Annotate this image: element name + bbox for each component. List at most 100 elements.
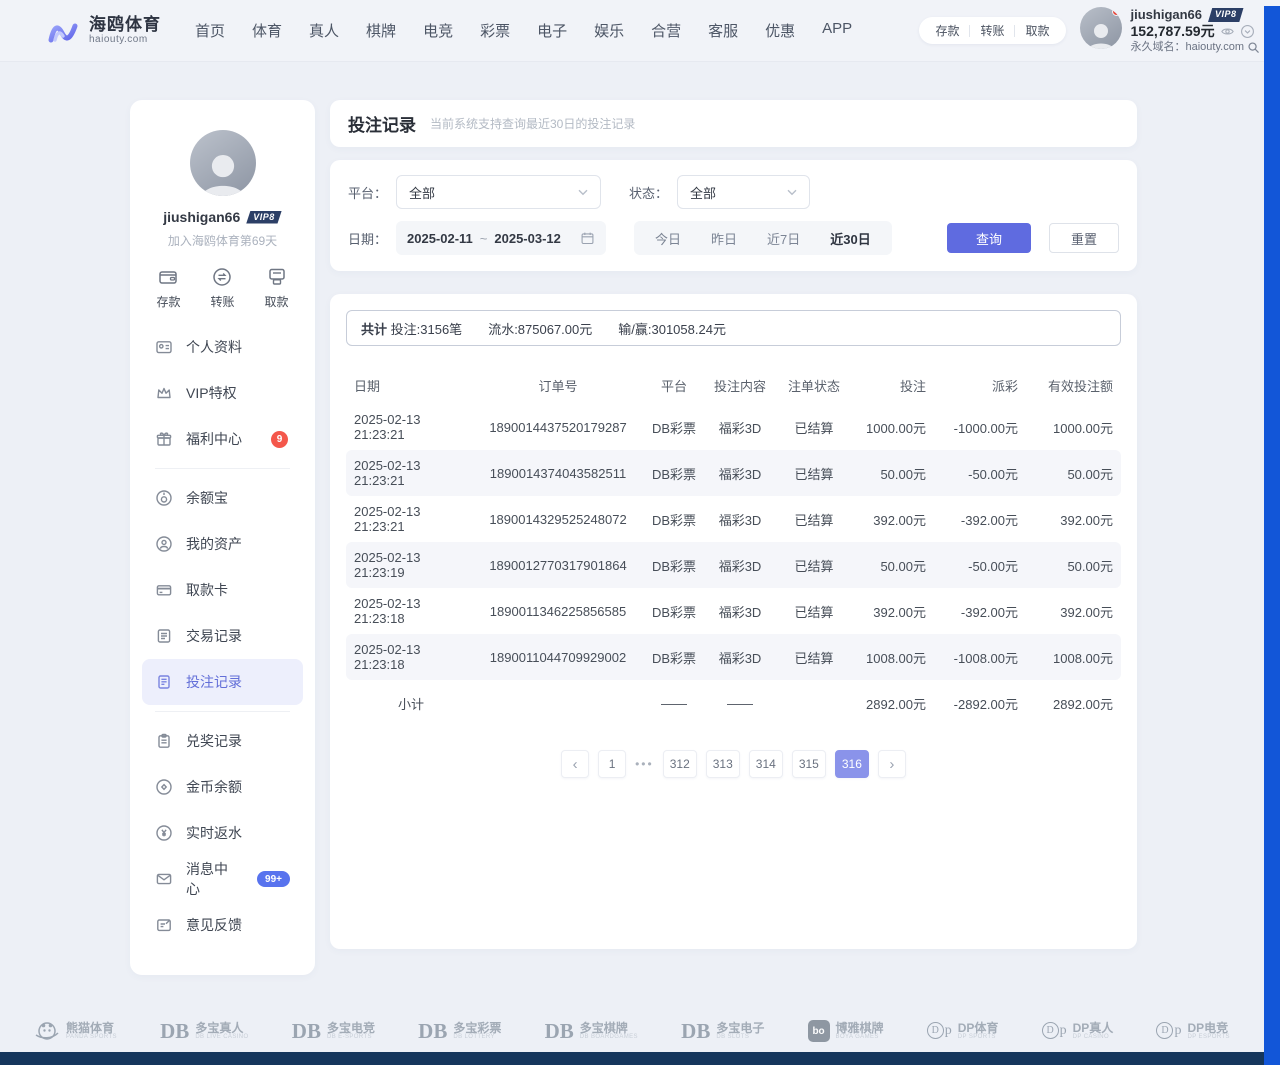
brand-db-esports: DB 多宝电竞 DB E-SPORTS: [292, 1019, 375, 1044]
brand-db-lottery: DB 多宝彩票 DB LOTTERY: [418, 1019, 501, 1044]
nav-item-app[interactable]: APP: [822, 20, 852, 41]
sidebar-item-assets[interactable]: 我的资产: [142, 521, 303, 567]
status-filter-label: 状态：: [629, 183, 677, 202]
dp-logo: Dp: [1042, 1022, 1067, 1039]
quick-transfer-button[interactable]: 转账: [210, 266, 234, 310]
page-button-312[interactable]: 312: [663, 750, 697, 778]
prev-page-button[interactable]: ‹: [561, 750, 589, 778]
page-title: 投注记录: [348, 111, 416, 136]
quick-withdraw-button[interactable]: 取款: [265, 266, 289, 310]
quick-deposit-button[interactable]: 存款: [156, 266, 180, 310]
search-icon[interactable]: [1247, 41, 1260, 54]
avatar[interactable]: [1080, 7, 1122, 49]
sidebar-item-label: 投注记录: [186, 672, 242, 692]
deposit-button[interactable]: 存款: [925, 22, 969, 39]
sidebar-item-withdraw-card[interactable]: 取款卡: [142, 567, 303, 613]
range-30days-button[interactable]: 近30日: [815, 229, 885, 248]
summary-total-label: 共计: [361, 322, 387, 337]
main-content: 投注记录 当前系统支持查询最近30日的投注记录 平台： 全部 状态： 全部 日期…: [330, 100, 1137, 949]
col-date: 日期: [346, 376, 472, 395]
transfer-button[interactable]: 转账: [970, 22, 1014, 39]
nav-item-live[interactable]: 真人: [309, 20, 339, 41]
withdraw-button[interactable]: 取款: [1015, 22, 1059, 39]
date-filter-label: 日期：: [348, 229, 396, 248]
sidebar-item-messages[interactable]: 消息中心 99+: [142, 856, 303, 902]
nav-item-lottery[interactable]: 彩票: [480, 20, 510, 41]
page-button-313[interactable]: 313: [706, 750, 740, 778]
divider: [155, 711, 290, 712]
sidebar-item-label: 我的资产: [186, 534, 242, 554]
sidebar-item-transactions[interactable]: 交易记录: [142, 613, 303, 659]
col-status: 注单状态: [776, 376, 852, 395]
nav-item-entertainment[interactable]: 娱乐: [594, 20, 624, 41]
sidebar-item-profile[interactable]: 个人资料: [142, 324, 303, 370]
wallet-actions-pill: 存款 转账 取款: [919, 17, 1065, 44]
range-yesterday-button[interactable]: 昨日: [696, 229, 752, 248]
nav-item-boardgames[interactable]: 棋牌: [366, 20, 396, 41]
summary-bets: 投注:3156笔: [391, 322, 463, 337]
nav-item-sports[interactable]: 体育: [252, 20, 282, 41]
sidebar-item-label: 兑奖记录: [186, 731, 242, 751]
pagination: ‹ 1 ••• 312 313 314 315 316 ›: [346, 750, 1121, 778]
welfare-badge: 9: [271, 431, 288, 448]
eye-icon[interactable]: [1220, 24, 1235, 39]
seagull-logo-icon: [45, 13, 81, 49]
sidebar-item-feedback[interactable]: 意见反馈: [142, 902, 303, 948]
yuebao-icon: [155, 489, 173, 507]
reset-button[interactable]: 重置: [1049, 223, 1119, 253]
nav-item-support[interactable]: 客服: [708, 20, 738, 41]
coin-icon: [155, 778, 173, 796]
brand-dp-live: Dp DP真人 DP CASINO: [1042, 1022, 1114, 1041]
page-button-315[interactable]: 315: [792, 750, 826, 778]
profile-avatar[interactable]: [190, 130, 256, 196]
sidebar-item-vip[interactable]: VIP特权: [142, 370, 303, 416]
nav-item-slots[interactable]: 电子: [537, 20, 567, 41]
sidebar-item-welfare[interactable]: 福利中心 9: [142, 416, 303, 462]
bank-card-icon: [155, 581, 173, 599]
nav-item-affiliate[interactable]: 合营: [651, 20, 681, 41]
brand-logo[interactable]: 海鸥体育 haiouty.com: [45, 13, 161, 49]
dp-logo: Dp: [927, 1022, 952, 1039]
sidebar-item-coin-balance[interactable]: 金币余额: [142, 764, 303, 810]
col-bet: 投注: [852, 376, 934, 395]
table-body: 2025-02-13 21:23:21 1890014437520179287 …: [346, 404, 1121, 680]
search-button[interactable]: 查询: [947, 223, 1031, 253]
sidebar-item-label: 消息中心: [186, 859, 232, 899]
quick-date-ranges: 今日 昨日 近7日 近30日: [634, 221, 892, 255]
nav-item-promo[interactable]: 优惠: [765, 20, 795, 41]
profile-username: jiushigan66: [163, 209, 240, 225]
topbar-right: 存款 转账 取款 jiushigan66 VIP8 152,787.59元: [919, 7, 1260, 55]
sidebar-item-rebate[interactable]: 实时返水: [142, 810, 303, 856]
status-select[interactable]: 全部: [677, 175, 810, 209]
user-block: jiushigan66 VIP8 152,787.59元 永久域名：haio: [1080, 7, 1261, 55]
subtotal-row: 小计 —— —— 2892.00元 -2892.00元 2892.00元: [346, 680, 1121, 726]
table-row: 2025-02-13 21:23:21 1890014329525248072 …: [346, 496, 1121, 542]
next-page-button[interactable]: ›: [878, 750, 906, 778]
brand-db-boardgames: DB 多宝棋牌 DB BOARDGAMES: [545, 1019, 638, 1044]
page-button-314[interactable]: 314: [749, 750, 783, 778]
withdraw-icon: [266, 266, 288, 288]
range-today-button[interactable]: 今日: [640, 229, 696, 248]
pagination-ellipsis[interactable]: •••: [635, 757, 654, 771]
sidebar-item-yuebao[interactable]: 余额宝: [142, 475, 303, 521]
sidebar-menu: 个人资料 VIP特权 福利中心 9: [130, 324, 315, 948]
table-row: 2025-02-13 21:23:18 1890011044709929002 …: [346, 634, 1121, 680]
refresh-balance-icon[interactable]: [1240, 24, 1255, 39]
nav-item-home[interactable]: 首页: [195, 20, 225, 41]
page-button-316-active[interactable]: 316: [835, 750, 869, 778]
permanent-domain: 永久域名：haiouty.com: [1131, 41, 1245, 55]
platform-select[interactable]: 全部: [396, 175, 601, 209]
filter-card: 平台： 全部 状态： 全部 日期： 2025-02-11 ~ 2025-03: [330, 160, 1137, 271]
sidebar-item-label: 取款卡: [186, 580, 228, 600]
date-range-input[interactable]: 2025-02-11 ~ 2025-03-12: [396, 221, 606, 255]
sidebar-item-redeem[interactable]: 兑奖记录: [142, 718, 303, 764]
range-7days-button[interactable]: 近7日: [752, 229, 815, 248]
nav-item-esports[interactable]: 电竞: [423, 20, 453, 41]
balance-value: 152,787.59元: [1131, 23, 1215, 41]
col-payout: 派彩: [934, 376, 1026, 395]
page-button-1[interactable]: 1: [598, 750, 626, 778]
rebate-icon: [155, 824, 173, 842]
col-valid-bet: 有效投注额: [1026, 376, 1121, 395]
sidebar-item-bet-records[interactable]: 投注记录: [142, 659, 303, 705]
transaction-icon: [155, 627, 173, 645]
